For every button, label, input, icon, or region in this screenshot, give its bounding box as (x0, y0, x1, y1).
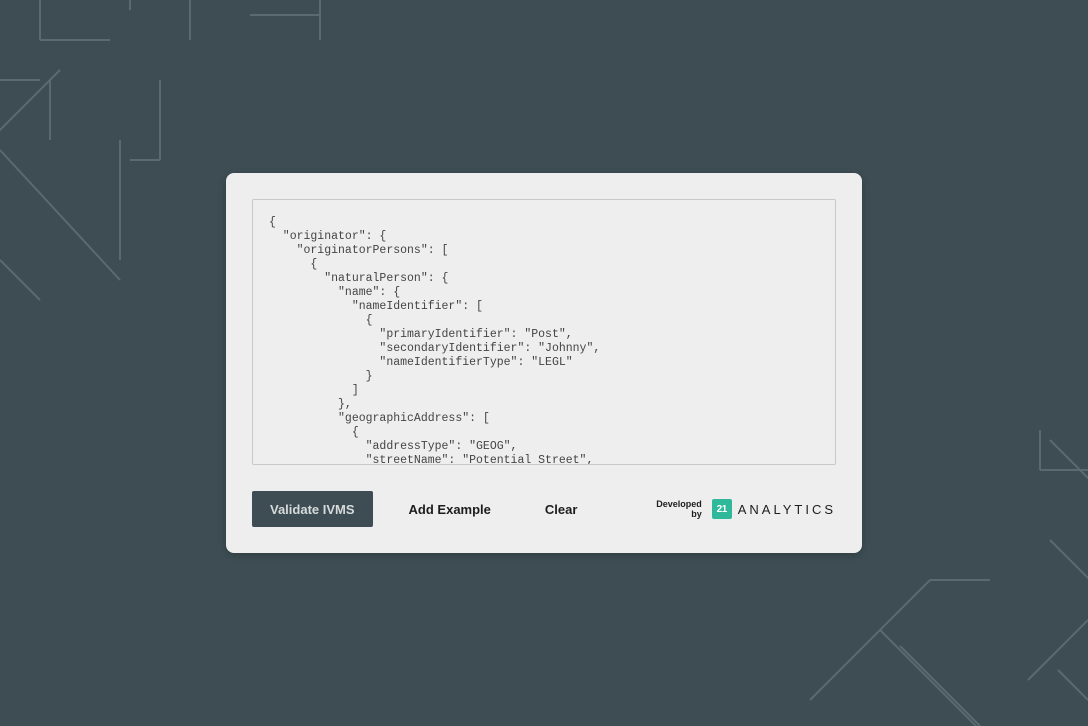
brand-logo-mark-icon: 21 (712, 499, 732, 519)
add-example-button[interactable]: Add Example (391, 491, 509, 527)
toolbar: Validate IVMS Add Example Clear Develope… (252, 491, 836, 527)
developed-by-label: Developed by (656, 499, 702, 519)
validator-panel: { "originator": { "originatorPersons": [… (226, 173, 862, 553)
brand-logo: 21 ANALYTICS (712, 499, 836, 519)
clear-button[interactable]: Clear (527, 491, 596, 527)
json-input[interactable]: { "originator": { "originatorPersons": [… (252, 199, 836, 465)
brand-logo-text: ANALYTICS (738, 502, 836, 517)
validate-button[interactable]: Validate IVMS (252, 491, 373, 527)
